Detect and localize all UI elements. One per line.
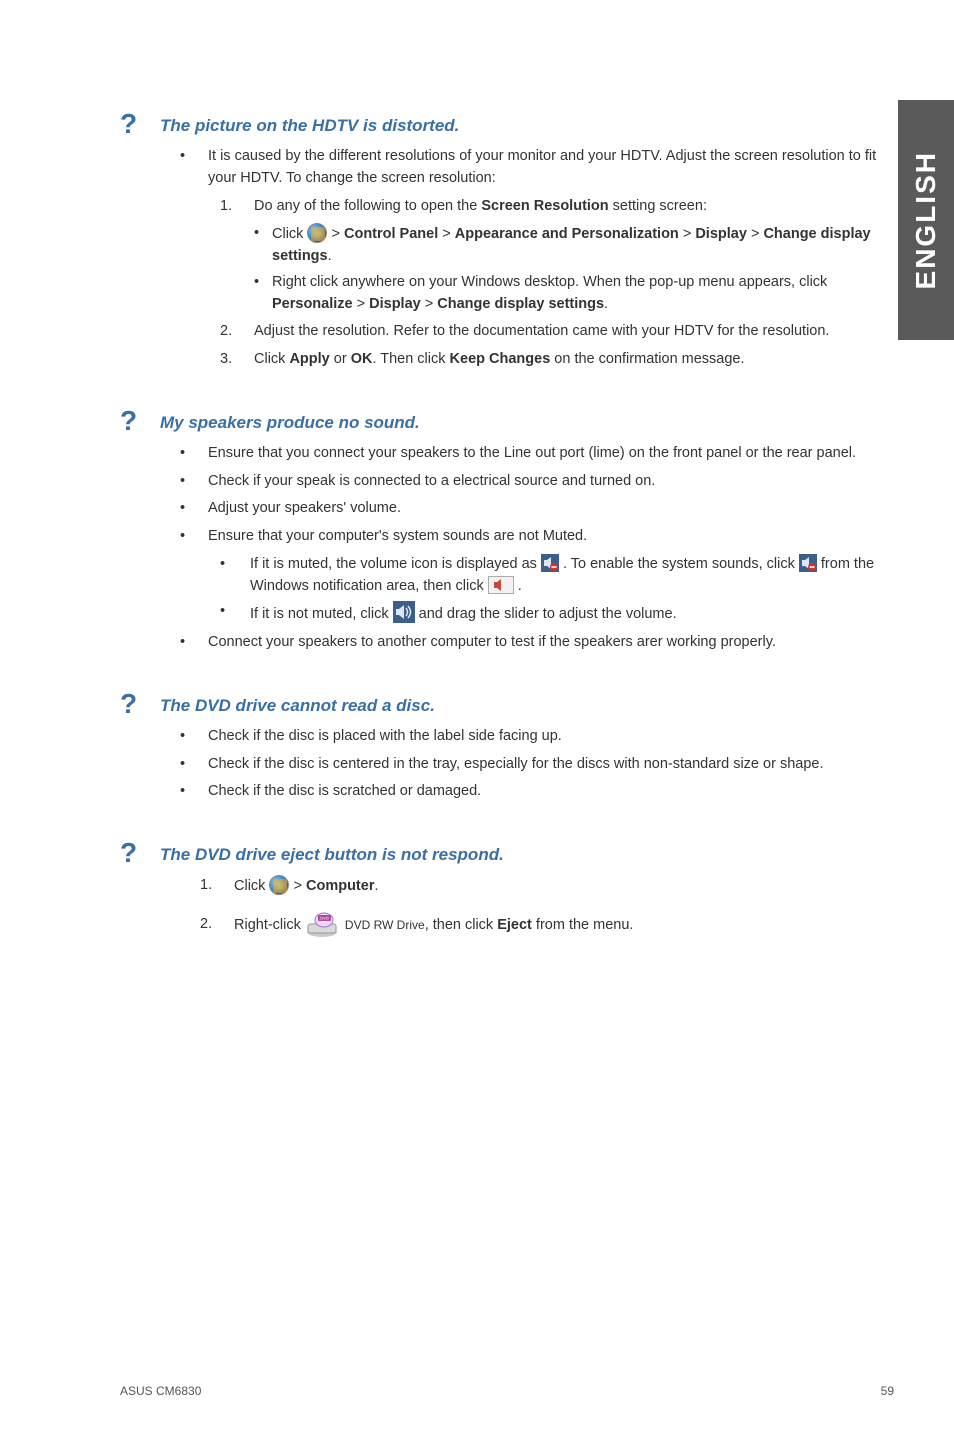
step-text: Right-click DVD DVD RW Drive , then clic…: [234, 912, 894, 938]
svg-text:DVD: DVD: [320, 915, 329, 920]
substep-text: If it is not muted, click and drag the s…: [250, 601, 894, 626]
dvd-drive-icon: DVD DVD RW Drive: [305, 912, 425, 938]
step-text: Do any of the following to open the Scre…: [254, 196, 894, 218]
faq-title: The DVD drive eject button is not respon…: [160, 839, 504, 867]
faq-text: It is caused by the different resolution…: [208, 146, 894, 190]
substep-text: If it is muted, the volume icon is displ…: [250, 554, 894, 598]
mixer-button-icon: [488, 576, 514, 594]
step-text: Click Apply or OK. Then click Keep Chang…: [254, 349, 894, 371]
faq-text: Connect your speakers to another compute…: [208, 632, 894, 654]
question-mark-icon: ?: [120, 110, 160, 138]
question-mark-icon: ?: [120, 690, 160, 718]
language-tab-label: ENGLISH: [910, 151, 942, 289]
dvd-drive-label: DVD RW Drive: [345, 916, 425, 934]
question-mark-icon: ?: [120, 407, 160, 435]
substep-text: Right click anywhere on your Windows des…: [272, 272, 894, 316]
windows-start-icon: [269, 875, 289, 895]
faq-text: Check if your speak is connected to a el…: [208, 471, 894, 493]
faq-text: Check if the disc is placed with the lab…: [208, 726, 894, 748]
faq-title: The DVD drive cannot read a disc.: [160, 690, 435, 718]
faq-title: My speakers produce no sound.: [160, 407, 420, 435]
language-tab: ENGLISH: [898, 100, 954, 340]
faq-title: The picture on the HDTV is distorted.: [160, 110, 459, 138]
step-text: Click > Computer.: [234, 875, 894, 898]
step-text: Adjust the resolution. Refer to the docu…: [254, 321, 894, 343]
speaker-muted-icon: [541, 554, 559, 572]
faq-text: Check if the disc is scratched or damage…: [208, 781, 894, 803]
question-mark-icon: ?: [120, 839, 160, 867]
speaker-icon: [393, 601, 415, 623]
faq-block-dvd-eject: ? The DVD drive eject button is not resp…: [120, 839, 894, 938]
footer-page-number: 59: [881, 1384, 894, 1398]
substep-text: Click > Control Panel > Appearance and P…: [272, 223, 894, 268]
faq-text: Adjust your speakers' volume.: [208, 498, 894, 520]
footer-model: ASUS CM6830: [120, 1384, 201, 1398]
faq-text: Ensure that you connect your speakers to…: [208, 443, 894, 465]
windows-start-icon: [307, 223, 327, 243]
page-footer: ASUS CM6830 59: [120, 1384, 894, 1398]
faq-block-dvd-read: ? The DVD drive cannot read a disc. •Che…: [120, 690, 894, 803]
faq-text: Check if the disc is centered in the tra…: [208, 754, 894, 776]
speaker-muted-icon: [799, 554, 817, 572]
faq-text: Ensure that your computer's system sound…: [208, 526, 894, 548]
faq-block-hdtv: ? The picture on the HDTV is distorted. …: [120, 110, 894, 371]
faq-block-speakers: ? My speakers produce no sound. •Ensure …: [120, 407, 894, 654]
